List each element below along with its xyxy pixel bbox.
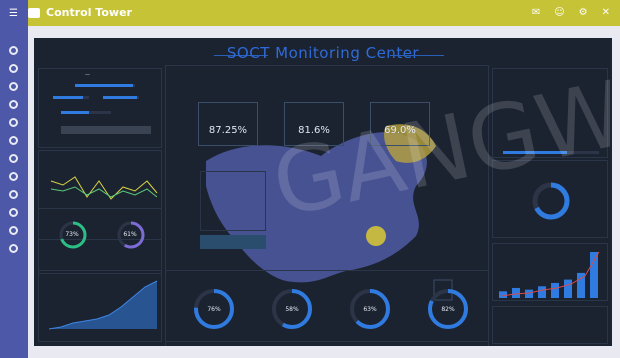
sidebar-item-11-icon[interactable] <box>9 226 18 235</box>
bottom-gauge-1-value: 76% <box>207 306 221 313</box>
monitoring-dashboard: SOCT Monitoring Center — 87.25% 81.6% 69… <box>34 38 612 346</box>
dashboard-title: SOCT Monitoring Center <box>226 44 420 62</box>
stat-bar-3 <box>103 96 139 99</box>
menu-icon[interactable]: ☰ <box>9 8 18 19</box>
right-ring-svg <box>532 182 570 220</box>
right-list-bar <box>503 151 599 154</box>
panel-mid-left <box>200 171 266 231</box>
bottom-gauge-4-value: 82% <box>441 306 455 313</box>
sidebar-item-10-icon[interactable] <box>9 208 18 217</box>
app-brand[interactable]: Control Tower <box>28 6 144 19</box>
panel-right-bars <box>492 243 608 301</box>
app-title: Control Tower <box>46 6 132 19</box>
panel-right-list <box>492 68 608 158</box>
sidebar-item-4-icon[interactable] <box>9 100 18 109</box>
right-bars-svg <box>499 251 600 298</box>
sidebar-item-2-icon[interactable] <box>9 64 18 73</box>
left-gauge-2-value: 61% <box>123 231 137 238</box>
kpi-2-value: 81.6% <box>298 125 330 136</box>
stat-bar-2 <box>53 96 89 99</box>
top-bar: Control Tower ✉ ☺ ⚙ ✕ <box>0 0 620 26</box>
kpi-1-value: 87.25% <box>208 125 248 136</box>
kpi-card-3: 69.0% <box>370 102 430 146</box>
line-series-1 <box>50 176 158 200</box>
panel-right-ring <box>492 160 608 238</box>
right-bars-group <box>499 252 598 298</box>
panel-right-bottom <box>492 306 608 344</box>
left-gauges-svg <box>59 221 145 249</box>
panel-area-chart <box>38 270 162 342</box>
bottom-gauge-2-value: 58% <box>285 306 299 313</box>
right-bar <box>538 286 546 298</box>
panel-left-stats: — <box>38 68 162 148</box>
area-series <box>49 281 157 329</box>
right-bar <box>512 287 520 298</box>
area-chart-svg <box>48 280 158 330</box>
sidebar-item-6-icon[interactable] <box>9 136 18 145</box>
sidebar-item-8-icon[interactable] <box>9 172 18 181</box>
mail-icon[interactable]: ✉ <box>532 7 540 18</box>
right-bar <box>499 291 507 298</box>
right-bar <box>525 289 533 298</box>
panel-bottom-gauges: 76% 58% 63% 82% <box>165 270 489 342</box>
left-gauge-1-value: 73% <box>65 231 79 238</box>
stat-bar-4 <box>61 111 111 114</box>
right-bar <box>590 252 598 298</box>
sidebar: ☰ <box>0 0 28 358</box>
header-icons: ✉ ☺ ⚙ ✕ <box>532 7 610 18</box>
stat-bar-1 <box>75 84 135 87</box>
panel-left-gauges <box>38 208 162 274</box>
sidebar-item-1-icon[interactable] <box>9 46 18 55</box>
close-icon[interactable]: ✕ <box>602 7 610 18</box>
sidebar-item-12-icon[interactable] <box>9 244 18 253</box>
app-logo-icon <box>28 7 40 18</box>
action-button[interactable] <box>200 235 266 249</box>
bottom-gauge-3-value: 63% <box>363 306 377 313</box>
sidebar-item-5-icon[interactable] <box>9 118 18 127</box>
sidebar-item-7-icon[interactable] <box>9 154 18 163</box>
right-bar <box>551 282 559 298</box>
kpi-card-2: 81.6% <box>284 102 344 146</box>
sidebar-item-3-icon[interactable] <box>9 82 18 91</box>
sidebar-item-9-icon[interactable] <box>9 190 18 199</box>
stat-highlight <box>61 126 151 134</box>
kpi-3-value: 69.0% <box>384 125 416 136</box>
right-bar <box>564 279 572 298</box>
title-divider-right <box>390 55 444 56</box>
panel-left-stats-title: — <box>85 72 90 78</box>
user-icon[interactable]: ☺ <box>554 7 564 18</box>
kpi-card-1: 87.25% <box>198 102 258 146</box>
map-hotspot-icon <box>366 226 386 246</box>
settings-icon[interactable]: ⚙ <box>579 7 588 18</box>
